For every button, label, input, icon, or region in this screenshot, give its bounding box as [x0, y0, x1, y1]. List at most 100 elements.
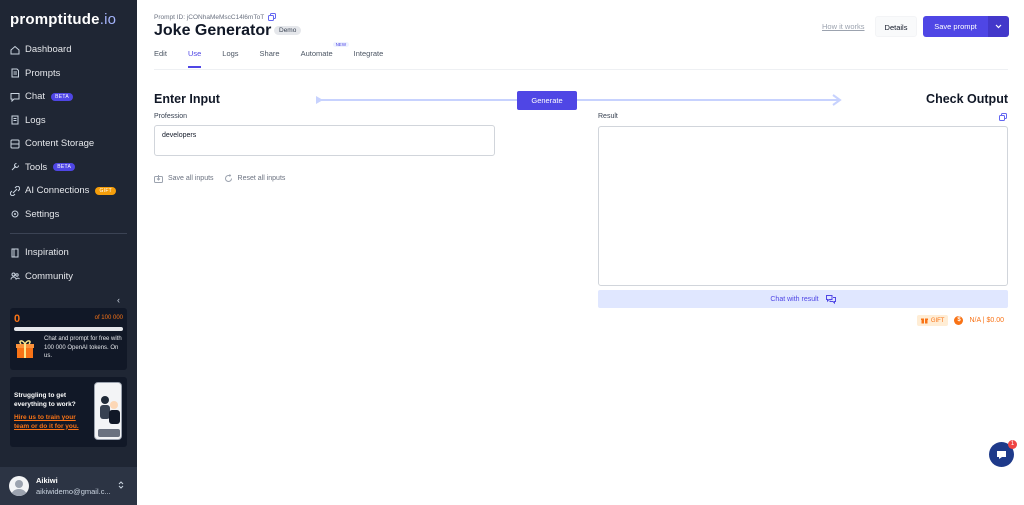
promo-card: Struggling to get everything to work? Hi…: [10, 377, 127, 447]
sidebar-item-label: Logs: [25, 114, 46, 126]
gift-icon: [920, 318, 928, 324]
sidebar-item-label: Settings: [25, 208, 60, 220]
sidebar-item-community[interactable]: Community: [0, 265, 137, 289]
save-all-inputs-label: Save all inputs: [168, 175, 214, 182]
promo-title: Struggling to get everything to work?: [14, 392, 76, 408]
avatar: [9, 476, 29, 496]
chat-bubbles-icon: [825, 294, 836, 304]
tab-use[interactable]: Use: [187, 49, 202, 68]
reset-icon: [224, 174, 232, 182]
generate-button[interactable]: Generate: [517, 91, 577, 110]
chat-with-result-label: Chat with result: [770, 295, 819, 303]
sidebar-item-tools[interactable]: Tools BETA: [0, 156, 137, 180]
sidebar-item-ai-connections[interactable]: AI Connections GIFT: [0, 179, 137, 203]
coin-icon: $: [954, 316, 964, 325]
result-textarea[interactable]: [598, 126, 1008, 286]
storage-icon: [10, 139, 20, 149]
profession-field[interactable]: developers: [154, 125, 495, 156]
chat-with-result-button[interactable]: Chat with result: [598, 290, 1008, 308]
beta-badge: BETA: [51, 92, 73, 101]
tab-edit[interactable]: Edit: [154, 49, 167, 68]
promo-link[interactable]: Hire us to train your team or do it for …: [14, 414, 92, 431]
save-options-button[interactable]: [988, 16, 1009, 37]
logs-icon: [11, 115, 19, 125]
sidebar-item-logs[interactable]: Logs: [0, 109, 137, 133]
cost-value: N/A | $0.00: [969, 317, 1004, 324]
chat-icon: [10, 92, 20, 102]
sidebar-item-label: Prompts: [25, 67, 61, 79]
tab-automate[interactable]: Automate NEW: [301, 42, 350, 68]
flow-end-arrow: [832, 94, 842, 106]
tab-logs[interactable]: Logs: [222, 49, 238, 68]
enter-input-heading: Enter Input: [154, 92, 220, 106]
demo-badge: Demo: [274, 26, 302, 35]
promptitude-logo[interactable]: promptitude.io: [10, 11, 116, 28]
main-content: Prompt ID: jCONhaMeMscC14l6mToT Joke Gen…: [137, 0, 1024, 505]
sidebar-divider: [10, 233, 127, 234]
sidebar-item-label: Community: [25, 270, 74, 282]
credits-description: Chat and prompt for free with 100 000 Op…: [44, 336, 122, 359]
user-email: aikiwidemo@gmail.c...: [36, 487, 111, 496]
sidebar-item-label: Inspiration: [25, 247, 69, 259]
page-title: Joke Generator: [154, 22, 272, 39]
sidebar-item-chat[interactable]: Chat BETA: [0, 85, 137, 109]
credits-card: 0 of 100 000 Chat and prompt for free wi…: [10, 308, 127, 370]
community-icon: [10, 272, 20, 281]
collapse-sidebar-button[interactable]: ‹: [117, 295, 120, 305]
prompt-id-text: Prompt ID: jCONhaMeMscC14l6mToT: [154, 13, 265, 21]
user-name: Aikiwi: [36, 476, 58, 485]
sidebar-secondary-nav: Inspiration Community: [0, 241, 137, 288]
cost-indicator: GIFT $ N/A | $0.00: [916, 315, 1004, 326]
user-menu[interactable]: Aikiwi aikiwidemo@gmail.c...: [0, 467, 137, 505]
chevron-updown-icon: [118, 481, 124, 489]
gift-badge: GIFT: [95, 186, 117, 195]
sidebar-item-label: AI Connections: [25, 185, 90, 197]
sidebar-item-settings[interactable]: Settings: [0, 203, 137, 227]
tab-share[interactable]: Share: [260, 49, 280, 68]
sidebar-item-label: Tools: [25, 161, 48, 173]
unread-count: 1: [1008, 440, 1017, 449]
sidebar: promptitude.io Dashboard Prompts Chat BE…: [0, 0, 137, 505]
how-it-works-link[interactable]: How it works: [822, 22, 865, 31]
beta-badge: BETA: [53, 163, 76, 172]
sidebar-item-inspiration[interactable]: Inspiration: [0, 241, 137, 265]
credits-progress-bar: [14, 327, 123, 331]
sidebar-item-dashboard[interactable]: Dashboard: [0, 38, 137, 62]
tools-icon: [11, 163, 19, 171]
reset-all-inputs-button[interactable]: Reset all inputs: [224, 174, 286, 183]
home-icon: [10, 45, 20, 55]
copy-icon[interactable]: [268, 13, 277, 21]
prompt-id: Prompt ID: jCONhaMeMscC14l6mToT: [154, 13, 277, 21]
sidebar-item-content-storage[interactable]: Content Storage: [0, 132, 137, 156]
result-label: Result: [598, 113, 618, 120]
reset-all-inputs-label: Reset all inputs: [237, 175, 286, 182]
tab-bar: Edit Use Logs Share Automate NEW Integra…: [154, 42, 404, 68]
gift-label: GIFT: [930, 317, 945, 324]
connections-icon: [10, 185, 20, 196]
tabs-divider: [154, 69, 1008, 70]
copy-result-icon[interactable]: [999, 113, 1007, 121]
sidebar-item-prompts[interactable]: Prompts: [0, 62, 137, 86]
phone-illustration: [94, 382, 122, 440]
flow-line: [317, 99, 840, 101]
save-all-inputs-button[interactable]: Save all inputs: [154, 174, 214, 183]
message-icon: [997, 450, 1006, 459]
new-badge: NEW: [332, 42, 350, 47]
save-prompt-button[interactable]: Save prompt: [923, 16, 988, 37]
gift-chip: GIFT: [916, 315, 949, 326]
support-chat-button[interactable]: 1: [989, 440, 1017, 467]
sidebar-item-label: Dashboard: [25, 44, 72, 56]
credits-used: 0: [14, 313, 21, 325]
chevron-down-icon: [995, 24, 1002, 29]
credits-total: of 100 000: [94, 315, 123, 321]
save-icon: [154, 174, 163, 183]
check-output-heading: Check Output: [926, 92, 1008, 106]
prompts-icon: [11, 68, 19, 78]
inspiration-icon: [11, 248, 19, 258]
gift-icon: [16, 340, 34, 358]
input-actions: Save all inputs Reset all inputs: [154, 174, 285, 183]
gear-icon: [11, 210, 19, 218]
tab-integrate[interactable]: Integrate: [354, 49, 384, 68]
details-button[interactable]: Details: [875, 16, 917, 37]
sidebar-item-label: Content Storage: [25, 138, 95, 150]
